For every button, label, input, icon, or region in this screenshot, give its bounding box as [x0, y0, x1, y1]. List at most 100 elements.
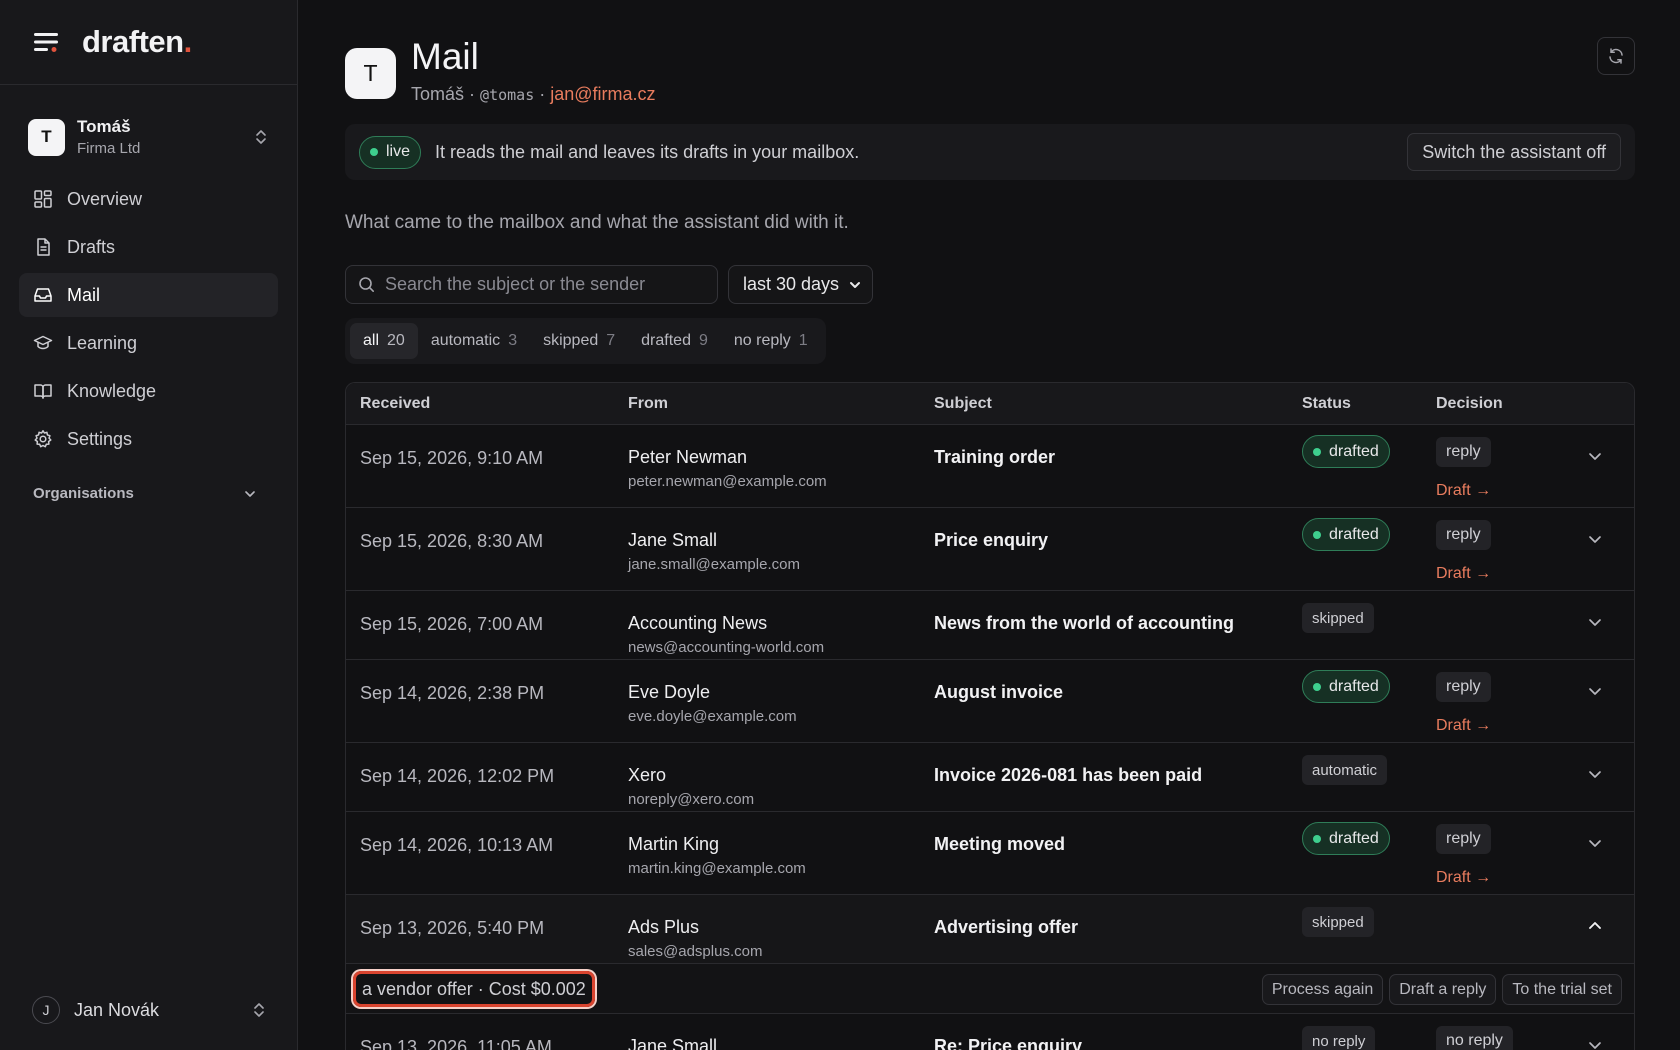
banner-text: It reads the mail and leaves its drafts …	[435, 141, 860, 162]
sender-email: eve.doyle@example.com	[628, 708, 797, 725]
decision-badge: reply	[1436, 824, 1491, 854]
page-title: Mail	[411, 36, 479, 77]
account-name: Tomáš	[77, 117, 131, 136]
chevron-down-icon[interactable]	[1586, 1036, 1604, 1050]
sender-name: Jane Small	[628, 1036, 718, 1050]
search-icon	[358, 276, 375, 293]
sidebar-item-label: Overview	[67, 188, 143, 209]
sidebar-item-label: Knowledge	[67, 380, 157, 401]
mailbox-owner: Tomáš · @tomas · jan@firma.cz	[411, 84, 656, 105]
table-row[interactable]: Sep 13, 2026, 5:40 PM Ads Plus sales@ads…	[346, 895, 1634, 964]
status-dot	[1313, 682, 1321, 691]
chevron-down-icon[interactable]	[1586, 530, 1604, 548]
table-row[interactable]: Sep 14, 2026, 2:38 PM Eve Doyle eve.doyl…	[346, 660, 1634, 743]
sidebar-item-label: Learning	[67, 332, 138, 353]
sender-email: peter.newman@example.com	[628, 473, 827, 490]
period-selected: last 30 days	[743, 274, 840, 294]
sidebar-item-drafts[interactable]: Drafts	[19, 225, 278, 269]
decision-badge: reply	[1436, 437, 1491, 467]
status-badge: drafted	[1302, 435, 1390, 468]
column-received[interactable]: Received	[360, 395, 430, 413]
table-row[interactable]: Sep 14, 2026, 12:02 PM Xero noreply@xero…	[346, 743, 1634, 812]
status-dot	[1313, 530, 1321, 539]
process-again-button[interactable]: Process again	[1261, 974, 1384, 1005]
mailbox-avatar: T	[345, 48, 396, 99]
sidebar-item-label: Mail	[67, 284, 101, 305]
column-status[interactable]: Status	[1302, 395, 1351, 413]
sidebar-item-label: Settings	[67, 428, 133, 449]
brand-bar: draften.	[0, 0, 297, 85]
graduation-cap-icon	[33, 333, 53, 353]
sender-name: Jane Small	[628, 530, 718, 550]
draft-link[interactable]: Draft →	[1436, 565, 1491, 583]
to-trial-set-button[interactable]: To the trial set	[1502, 974, 1622, 1005]
filter-count: 7	[606, 332, 616, 349]
received-time: Sep 15, 2026, 8:30 AM	[360, 531, 544, 551]
draft-link[interactable]: Draft →	[1436, 869, 1491, 887]
chevron-down-icon[interactable]	[1586, 682, 1604, 700]
table-row[interactable]: Sep 13, 2026, 11:05 AM Jane Small Re: Pr…	[346, 1014, 1634, 1050]
draft-a-reply-button[interactable]: Draft a reply	[1389, 974, 1497, 1005]
mail-subject: Invoice 2026-081 has been paid	[934, 765, 1203, 785]
draft-link[interactable]: Draft →	[1436, 717, 1491, 735]
status-badge: drafted	[1302, 822, 1390, 855]
filter-tab-all[interactable]: all 20	[350, 323, 418, 359]
refresh-button[interactable]	[1597, 37, 1635, 75]
page-header: T Mail Tomáš · @tomas · jan@firma.cz	[345, 0, 1635, 115]
sender-email: sales@adsplus.com	[628, 943, 763, 960]
filter-label: skipped	[543, 332, 599, 349]
switch-assistant-off-button[interactable]: Switch the assistant off	[1407, 133, 1621, 171]
mail-table: Received From Subject Status Decision Se…	[345, 382, 1635, 1050]
menu-icon[interactable]	[32, 28, 60, 56]
table-header: Received From Subject Status Decision	[346, 383, 1634, 425]
row-detail: a vendor offer · Cost $0.002 Process aga…	[346, 964, 1634, 1014]
status-dot	[1313, 834, 1321, 843]
filter-tab-automatic[interactable]: automatic 3	[418, 323, 530, 359]
received-time: Sep 14, 2026, 10:13 AM	[360, 835, 554, 855]
sidebar-item-overview[interactable]: Overview	[19, 177, 278, 221]
table-row[interactable]: Sep 15, 2026, 7:00 AM Accounting News ne…	[346, 591, 1634, 660]
mail-subject: Training order	[934, 447, 1056, 467]
chevron-down-icon[interactable]	[1586, 765, 1604, 783]
filter-count: 3	[508, 332, 518, 349]
sender-name: Ads Plus	[628, 917, 700, 937]
received-time: Sep 14, 2026, 12:02 PM	[360, 766, 555, 786]
filter-tab-no-reply[interactable]: no reply 1	[721, 323, 821, 359]
draft-link[interactable]: Draft →	[1436, 482, 1491, 500]
user-menu[interactable]: J Jan Novák	[32, 996, 268, 1024]
column-subject[interactable]: Subject	[934, 395, 992, 413]
sidebar-item-settings[interactable]: Settings	[19, 417, 278, 461]
chevron-down-icon[interactable]	[1586, 447, 1604, 465]
status-badge: drafted	[1302, 670, 1390, 703]
organisations-toggle[interactable]: Organisations	[33, 485, 257, 502]
column-decision[interactable]: Decision	[1436, 395, 1503, 413]
mail-subject: Meeting moved	[934, 834, 1066, 854]
filter-tab-drafted[interactable]: drafted 9	[628, 323, 721, 359]
account-switcher[interactable]: T Tomáš Firma Ltd	[28, 113, 270, 161]
separator: ·	[469, 84, 476, 104]
logo[interactable]: draften.	[82, 24, 192, 60]
period-select[interactable]: last 30 days	[728, 265, 873, 304]
book-icon	[33, 381, 53, 401]
account-org: Firma Ltd	[77, 140, 141, 157]
owner-email-link[interactable]: jan@firma.cz	[550, 84, 655, 104]
chevron-down-icon[interactable]	[1586, 834, 1604, 852]
sidebar-item-learning[interactable]: Learning	[19, 321, 278, 365]
filter-label: drafted	[641, 332, 691, 349]
sidebar-item-knowledge[interactable]: Knowledge	[19, 369, 278, 413]
table-row[interactable]: Sep 15, 2026, 9:10 AM Peter Newman peter…	[346, 425, 1634, 508]
table-row[interactable]: Sep 14, 2026, 10:13 AM Martin King marti…	[346, 812, 1634, 895]
mail-subject: August invoice	[934, 682, 1064, 702]
column-from[interactable]: From	[628, 395, 668, 413]
search-input[interactable]	[385, 274, 695, 295]
table-row[interactable]: Sep 15, 2026, 8:30 AM Jane Small jane.sm…	[346, 508, 1634, 591]
chevron-up-icon[interactable]	[1586, 917, 1604, 935]
sidebar-nav: Overview Drafts Mail Learning Knowledge	[0, 177, 297, 461]
mail-subject: Price enquiry	[934, 530, 1049, 550]
sidebar-item-mail[interactable]: Mail	[19, 273, 278, 317]
refresh-icon	[1607, 47, 1625, 65]
status-label: drafted	[1329, 525, 1379, 543]
filter-tab-skipped[interactable]: skipped 7	[530, 323, 628, 359]
gear-icon	[33, 429, 53, 449]
chevron-down-icon[interactable]	[1586, 613, 1604, 631]
